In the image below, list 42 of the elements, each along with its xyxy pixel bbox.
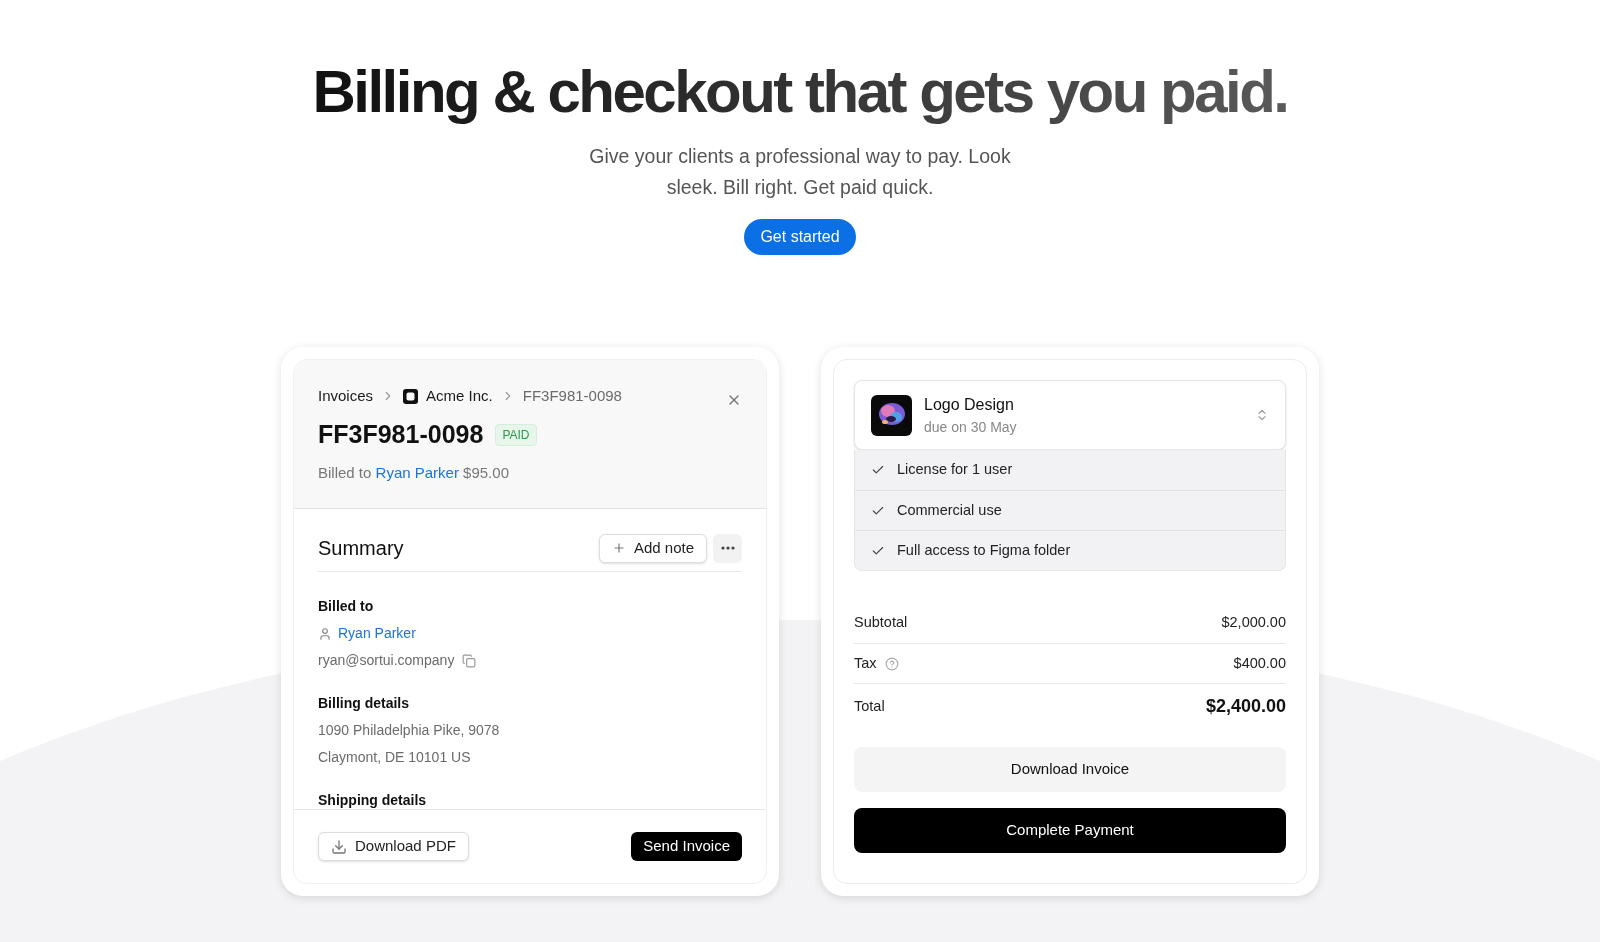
status-badge: PAID [495, 423, 537, 446]
breadcrumb-link[interactable]: Acme Inc. [426, 384, 493, 408]
add-note-button[interactable]: Add note [598, 533, 707, 563]
address-line: Claymont, DE 10101 US [318, 748, 472, 767]
section-heading: Billing details [318, 694, 410, 713]
breadcrumb-link[interactable]: FF3F981-0098 [522, 384, 622, 408]
summary-title: Summary [318, 536, 404, 561]
get-started-button[interactable]: Get started [744, 219, 856, 255]
section-heading: Shipping details [318, 791, 428, 809]
customer-link[interactable]: Ryan Parker [375, 463, 459, 481]
subtitle: Give your clients a professional way to pay. Look sleek. Bill right. Get paid quick. [588, 144, 1012, 200]
summary-label: Tax [854, 653, 877, 673]
section-heading: Billed to [318, 597, 375, 616]
feature-label: Full access to Figma folder [897, 540, 1071, 560]
download-pdf-button[interactable]: Download PDF [318, 832, 469, 861]
summary-value: $2,000.00 [1221, 613, 1286, 633]
product-selector[interactable]: Logo Design due on 30 May [854, 380, 1286, 450]
help-icon[interactable] [884, 656, 899, 671]
send-invoice-button[interactable]: Send Invoice [631, 832, 742, 861]
invoice-number: FF3F981-0098 [318, 419, 484, 450]
person-icon [318, 626, 332, 641]
breadcrumb-link[interactable]: Invoices [318, 384, 374, 408]
feature-label: Commercial use [897, 500, 1002, 520]
more-icon [720, 546, 735, 550]
copy-icon[interactable] [462, 653, 477, 668]
download-icon [331, 838, 347, 855]
due-date: due on 30 May [924, 417, 1018, 437]
summary-label: Subtotal [854, 613, 908, 633]
more-button[interactable] [713, 533, 742, 563]
contact-link[interactable]: Ryan Parker [338, 623, 416, 644]
company-logo-icon [403, 388, 419, 404]
plus-icon [611, 541, 626, 555]
complete-payment-button[interactable]: Complete Payment [854, 808, 1286, 853]
summary-value: $400.00 [1233, 653, 1286, 673]
product-name: Logo Design [924, 394, 1015, 415]
email-text: ryan@sortui.company [318, 651, 455, 670]
feature-label: License for 1 user [897, 460, 1013, 480]
summary-value: $2,400.00 [1205, 695, 1286, 718]
billed-to-text: Billed to Ryan Parker $95.00 [318, 462, 510, 483]
summary-label: Total [854, 696, 885, 716]
download-invoice-button[interactable]: Download Invoice [854, 747, 1286, 792]
address-line: 1090 Philadelphia Pike, 9078 [318, 721, 501, 740]
